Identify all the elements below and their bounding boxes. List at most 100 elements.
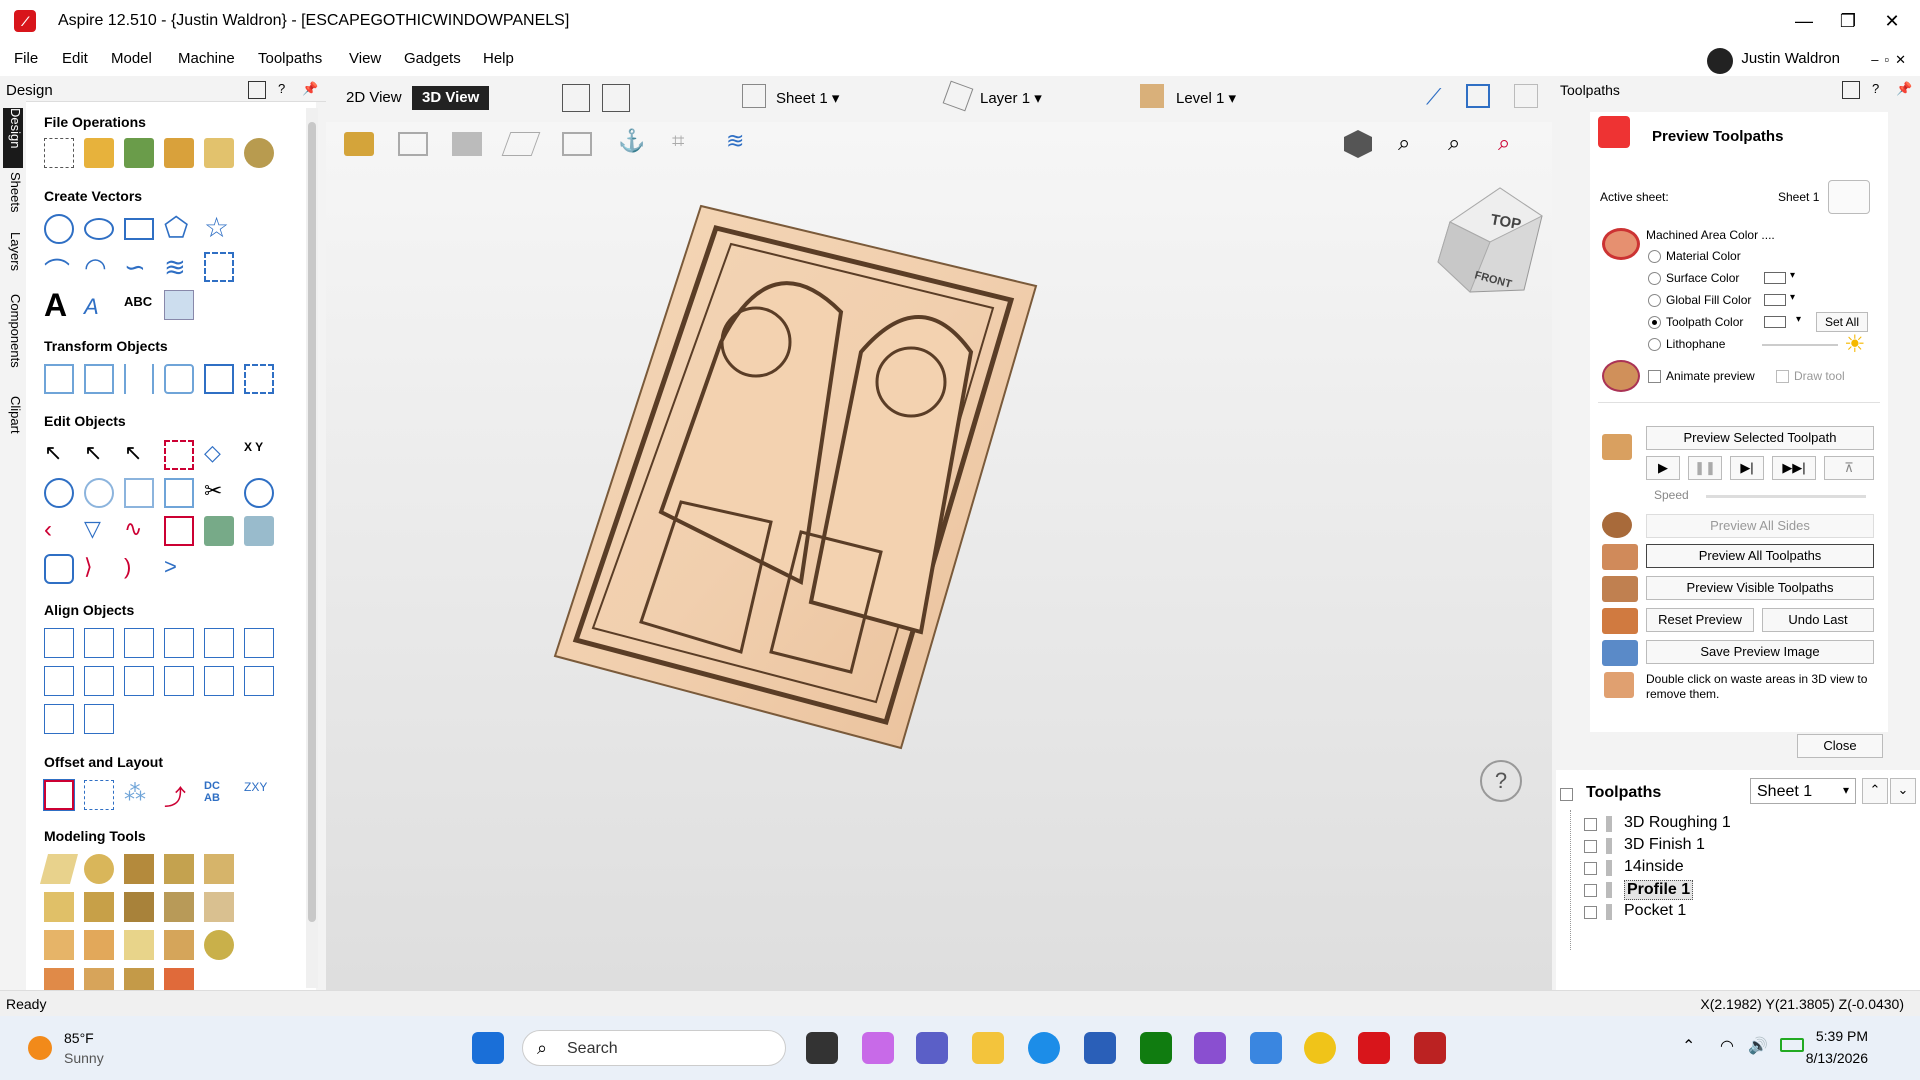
transform-select-icon[interactable]: ↖ [124,440,154,470]
toolpath-checkbox-3[interactable] [1584,862,1597,875]
menu-model[interactable]: Model [111,50,152,67]
lighting-icon[interactable] [452,132,482,156]
join-check-icon[interactable] [244,478,274,508]
text-arc-icon[interactable]: ABC [124,294,154,324]
coins-icon[interactable] [204,930,234,960]
lithophane-radio[interactable] [1648,338,1661,351]
box-view-icon[interactable] [562,132,592,156]
preview-visible-toolpaths-button[interactable]: Preview Visible Toolpaths [1646,576,1874,600]
sun-icon[interactable]: ☀ [1844,330,1866,359]
align-bottom-icon[interactable] [44,666,74,696]
user-account[interactable]: Justin Waldron [1707,48,1840,74]
material-color-radio[interactable] [1648,250,1661,263]
align-center-x-icon[interactable] [84,666,114,696]
rounded-rect-icon[interactable] [44,554,74,584]
menu-file[interactable]: File [14,50,38,67]
menu-toolpaths[interactable]: Toolpaths [258,50,322,67]
anchor-icon[interactable]: ⚓ [618,128,645,154]
toolpaths-select-all-checkbox[interactable] [1560,788,1573,801]
menu-gadgets[interactable]: Gadgets [404,50,461,67]
distort-model-icon[interactable] [124,892,154,922]
surface-color-dropdown-icon[interactable]: ▾ [1790,270,1795,281]
walmart-icon[interactable] [1304,1032,1336,1064]
select-icon[interactable]: ↖ [44,440,74,470]
align-selected-icon[interactable] [84,364,114,394]
trim-icon[interactable] [164,478,194,508]
toolpath-item-selected[interactable]: Profile 1 [1624,880,1694,900]
draw-tool-checkbox[interactable] [1776,370,1789,383]
toolpath-checkbox-4[interactable] [1584,884,1597,897]
align-top-left-icon[interactable] [84,628,114,658]
volume-icon[interactable]: 🔊 [1748,1036,1768,1056]
split-horizontal-icon[interactable] [562,84,590,112]
toolpath-color-radio[interactable] [1648,316,1661,329]
label-grid-icon[interactable]: DC AB [204,780,234,810]
extrude-icon[interactable] [164,854,194,884]
preview-all-sides-button[interactable]: Preview All Sides [1646,514,1874,538]
tab-components[interactable]: Components [3,294,23,368]
rotate-icon[interactable] [164,364,194,394]
aspire-taskbar-icon[interactable] [1358,1032,1390,1064]
reset-preview-button[interactable]: Reset Preview [1646,608,1754,632]
tab-3d-view[interactable]: 3D View [412,86,490,110]
material-icon[interactable] [344,132,374,156]
toolpath-item[interactable]: Pocket 1 [1624,902,1686,920]
weather-sun-icon[interactable] [28,1036,52,1060]
fillet-icon[interactable]: ‹ [44,516,74,546]
star-icon[interactable]: ☆ [204,214,234,244]
grid-icon[interactable] [1514,84,1538,108]
task-view-icon[interactable] [806,1032,838,1064]
open-file-icon[interactable] [84,138,114,168]
wave-icon[interactable]: ≋ [164,252,194,282]
pause-button[interactable]: ❚❚ [1688,456,1722,480]
node-edit-icon[interactable]: ↖ [84,440,114,470]
tilt-icon[interactable] [204,892,234,922]
panel-collapse-icon[interactable] [248,81,266,99]
circle-icon[interactable] [44,214,74,244]
move-up-button[interactable]: ⌃ [1862,778,1888,804]
layer-dropdown[interactable]: Layer 1 ▾ [970,86,1052,110]
fade-icon[interactable] [164,892,194,922]
toolpath-checkbox-2[interactable] [1584,840,1597,853]
bevel-icon[interactable] [164,516,194,546]
line-icon[interactable]: > [164,554,194,584]
help-circle-button[interactable]: ? [1480,760,1522,802]
toolpath-color-dropdown-icon[interactable]: ▾ [1796,314,1801,325]
subtract-icon[interactable] [84,478,114,508]
align-center-y-icon[interactable] [124,666,154,696]
mirror-icon[interactable] [124,364,154,394]
panel-help-right-icon[interactable]: ? [1872,81,1879,96]
measure-icon[interactable]: ◇ [204,440,234,470]
play-button[interactable]: ▶ [1646,456,1680,480]
tab-2d-view[interactable]: 2D View [336,86,412,110]
import-component-icon[interactable] [164,138,194,168]
image-icon[interactable] [204,516,234,546]
align-bottom-left-icon[interactable] [44,704,74,734]
mdi-window-controls[interactable]: –▫✕ [1871,52,1912,68]
polygon-icon[interactable]: ⬠ [164,214,194,244]
save-preview-image-button[interactable]: Save Preview Image [1646,640,1874,664]
zoom-extents-icon[interactable]: ⌕ [1448,130,1460,156]
copy-along-icon[interactable]: ⤴ [164,780,194,810]
split-vertical-icon[interactable] [602,84,630,112]
m365-icon[interactable] [1250,1032,1282,1064]
toolpath-lines-icon[interactable]: ≋ [726,128,744,154]
preview-selected-toolpath-button[interactable]: Preview Selected Toolpath [1646,426,1874,450]
polyline-icon[interactable]: ⌒ [44,252,74,287]
menu-edit[interactable]: Edit [62,50,88,67]
global-fill-dropdown-icon[interactable]: ▾ [1790,292,1795,303]
array-copy-icon[interactable] [84,780,114,810]
size-icon[interactable] [244,364,274,394]
panel-pin-icon[interactable]: 📌 [302,81,318,97]
clock-date[interactable]: 8/13/2026 [1806,1050,1868,1066]
vectric-taskbar-icon[interactable] [1414,1032,1446,1064]
toolpath-item[interactable]: 3D Roughing 1 [1624,814,1731,832]
tab-layers[interactable]: Layers [3,232,23,271]
file-explorer-icon[interactable] [972,1032,1004,1064]
distribute-h-icon[interactable] [164,666,194,696]
crop-icon[interactable]: ⌗ [672,128,684,154]
panel-help-icon[interactable]: ? [278,81,285,96]
surface-color-swatch[interactable] [1764,272,1786,284]
sculpt-icon[interactable] [44,892,74,922]
tray-chevron-icon[interactable]: ⌃ [1682,1036,1695,1056]
